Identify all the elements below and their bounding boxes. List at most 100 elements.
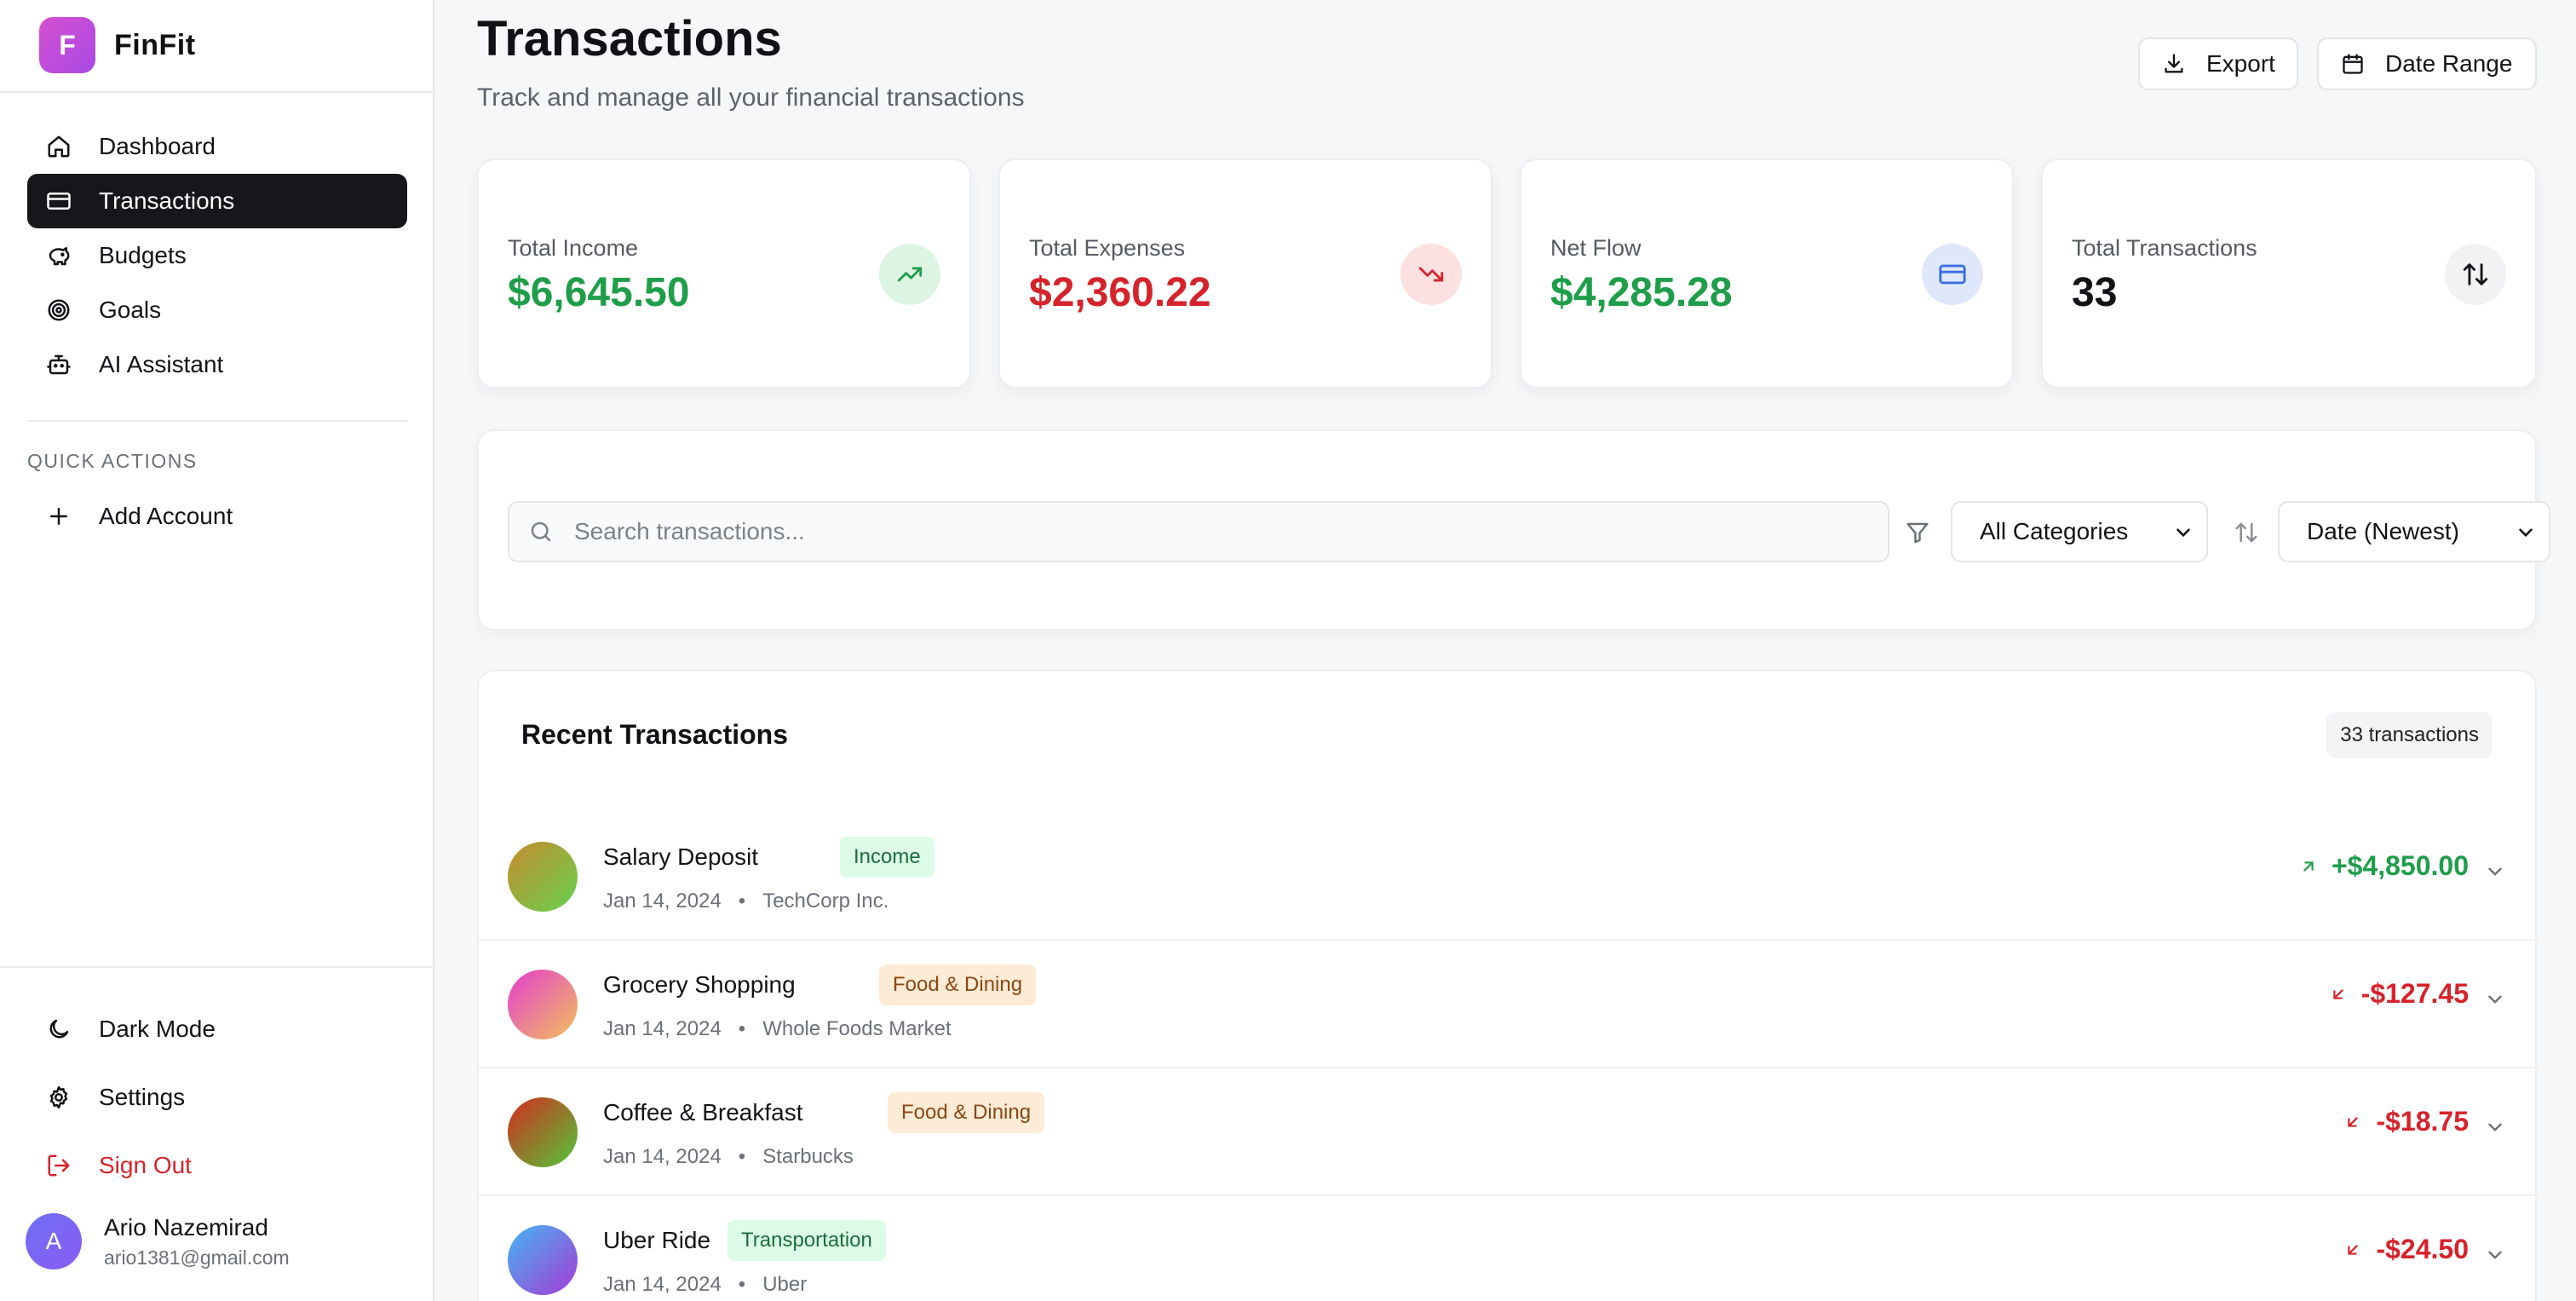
- sort-select[interactable]: Date (Newest): [2278, 501, 2550, 562]
- filter-icon: [1905, 520, 1930, 545]
- piggy-bank-icon: [44, 241, 73, 270]
- sidebar-item-label: Goals: [99, 296, 162, 323]
- user-name: Ario Nazemirad: [104, 1213, 268, 1241]
- transaction-name: Coffee & Breakfast: [603, 1099, 803, 1125]
- sort-select-value: Date (Newest): [2307, 518, 2459, 544]
- transaction-meta: Jan 14, 2024 • TechCorp Inc.: [603, 889, 889, 912]
- transaction-avatar: [508, 1225, 578, 1295]
- date-range-button[interactable]: Date Range: [2317, 37, 2537, 90]
- table-row[interactable]: Salary Deposit Income Jan 14, 2024 • Tec…: [479, 813, 2539, 941]
- brand-divider: [0, 91, 433, 93]
- trending-up-icon: [879, 244, 940, 305]
- transaction-name: Salary Deposit: [603, 843, 759, 870]
- quick-actions-heading: QUICK ACTIONS: [27, 450, 198, 472]
- dark-mode-toggle[interactable]: Dark Mode: [27, 995, 407, 1063]
- transaction-amount: -$24.50: [2343, 1234, 2469, 1265]
- brand-name: FinFit: [114, 28, 196, 61]
- sidebar-item-label: Budgets: [99, 242, 187, 268]
- transaction-date: Jan 14, 2024: [603, 1273, 722, 1296]
- transactions-count-badge: 33 transactions: [2326, 712, 2493, 758]
- chevron-down-icon[interactable]: [2484, 988, 2506, 1010]
- table-row[interactable]: Coffee & Breakfast Food & Dining Jan 14,…: [479, 1068, 2539, 1196]
- plus-icon: [44, 502, 73, 531]
- category-select-value: All Categories: [1980, 518, 2129, 544]
- sidebar-item-budgets[interactable]: Budgets: [27, 228, 407, 283]
- page-subtitle: Track and manage all your financial tran…: [477, 83, 1025, 112]
- calendar-icon: [2341, 52, 2365, 76]
- stat-card-total-transactions: Total Transactions 33: [2041, 158, 2537, 389]
- transaction-amount-value: -$127.45: [2360, 978, 2469, 1009]
- transactions-list: Recent Transactions 33 transactions Sala…: [477, 670, 2539, 1301]
- export-button[interactable]: Export: [2138, 37, 2298, 90]
- sidebar-item-ai-assistant[interactable]: AI Assistant: [27, 337, 407, 392]
- main-nav: Dashboard Transactions Budgets Goals AI …: [27, 119, 407, 392]
- transaction-avatar: [508, 842, 578, 912]
- sidebar-item-dashboard[interactable]: Dashboard: [27, 119, 407, 174]
- moon-icon: [44, 1015, 73, 1044]
- stat-value: $2,360.22: [1029, 270, 1211, 315]
- transaction-date: Jan 14, 2024: [603, 1145, 722, 1168]
- transaction-amount-value: -$18.75: [2376, 1106, 2469, 1137]
- user-email: ario1381@gmail.com: [104, 1246, 290, 1269]
- dark-mode-label: Dark Mode: [99, 1016, 216, 1042]
- transaction-amount: -$18.75: [2343, 1106, 2469, 1137]
- table-row[interactable]: Grocery Shopping Food & Dining Jan 14, 2…: [479, 941, 2539, 1068]
- brand[interactable]: F FinFit: [39, 17, 196, 73]
- transaction-amount: -$127.45: [2329, 978, 2469, 1010]
- search-input[interactable]: [574, 518, 1852, 545]
- chevron-down-icon: [2172, 521, 2194, 544]
- category-badge: Transportation: [727, 1220, 886, 1261]
- category-select[interactable]: All Categories: [1951, 501, 2208, 562]
- filter-bar: All Categories Date (Newest): [477, 429, 2550, 630]
- sidebar-item-goals[interactable]: Goals: [27, 283, 407, 337]
- sidebar-item-transactions[interactable]: Transactions: [27, 174, 407, 228]
- transaction-name: Uber Ride: [603, 1227, 711, 1253]
- quick-actions: Add Account: [27, 489, 407, 544]
- chevron-down-icon[interactable]: [2484, 861, 2506, 883]
- sign-out-label: Sign Out: [99, 1152, 192, 1178]
- transaction-avatar: [508, 970, 578, 1039]
- date-range-label: Date Range: [2385, 50, 2513, 77]
- transaction-meta: Jan 14, 2024 • Uber: [603, 1273, 808, 1296]
- sidebar-item-label: AI Assistant: [99, 351, 224, 377]
- nav-divider: [27, 420, 407, 422]
- stat-value: $4,285.28: [1550, 270, 1733, 315]
- transaction-date: Jan 14, 2024: [603, 1017, 722, 1040]
- arrow-up-down-icon: [2234, 520, 2259, 545]
- arrow-up-right-icon: [2299, 857, 2318, 876]
- transaction-merchant: Starbucks: [762, 1145, 854, 1168]
- add-account-button[interactable]: Add Account: [27, 489, 407, 544]
- download-icon: [2162, 52, 2186, 76]
- transaction-name: Grocery Shopping: [603, 971, 796, 998]
- arrow-down-left-icon: [2329, 985, 2348, 1004]
- settings-label: Settings: [99, 1084, 186, 1110]
- category-badge: Food & Dining: [879, 964, 1037, 1005]
- credit-card-icon: [1922, 244, 1983, 305]
- search-box[interactable]: [508, 501, 1889, 562]
- transaction-meta: Jan 14, 2024 • Starbucks: [603, 1145, 854, 1168]
- avatar: A: [26, 1213, 82, 1269]
- stat-card-total-expenses: Total Expenses $2,360.22: [998, 158, 1492, 389]
- home-icon: [44, 132, 73, 161]
- table-row[interactable]: Uber Ride Transportation Jan 14, 2024 • …: [479, 1196, 2539, 1301]
- user-profile[interactable]: A Ario Nazemirad ario1381@gmail.com: [26, 1213, 290, 1269]
- category-badge: Food & Dining: [888, 1092, 1045, 1133]
- bot-icon: [44, 350, 73, 379]
- search-icon: [528, 519, 554, 544]
- brand-logo: F: [39, 17, 95, 73]
- bottom-divider: [0, 966, 433, 968]
- arrow-down-left-icon: [2343, 1113, 2362, 1131]
- trending-down-icon: [1400, 244, 1462, 305]
- settings-button[interactable]: Settings: [27, 1063, 407, 1131]
- chevron-down-icon[interactable]: [2484, 1244, 2506, 1266]
- stat-label: Net Flow: [1550, 235, 1642, 261]
- transaction-amount-value: +$4,850.00: [2331, 850, 2469, 881]
- stat-value: $6,645.50: [508, 270, 690, 315]
- stat-label: Total Expenses: [1029, 235, 1186, 261]
- arrow-up-down-icon: [2445, 244, 2506, 305]
- sign-out-button[interactable]: Sign Out: [27, 1131, 407, 1200]
- chevron-down-icon[interactable]: [2484, 1116, 2506, 1138]
- stat-label: Total Income: [508, 235, 639, 261]
- transaction-amount-value: -$24.50: [2376, 1234, 2469, 1264]
- bottom-nav: Dark Mode Settings Sign Out: [27, 995, 407, 1200]
